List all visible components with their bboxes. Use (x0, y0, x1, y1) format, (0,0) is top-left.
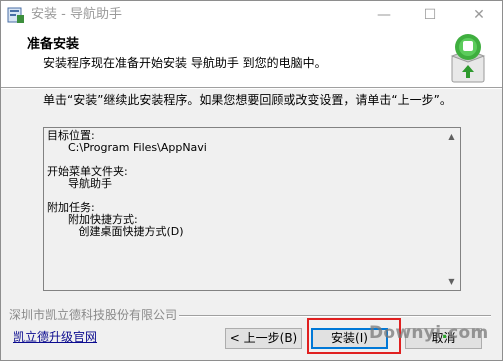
summary-line: 导航助手 (47, 177, 112, 190)
wizard-header: 准备安装 安装程序现在准备开始安装 导航助手 到您的电脑中。 (1, 29, 502, 87)
minimize-button[interactable]: — (361, 1, 407, 29)
watermark-suffix: com (448, 323, 489, 343)
summary-scrollbar[interactable]: ▲ ▼ (444, 129, 459, 289)
installer-window: 安装 - 导航助手 — ☐ ✕ 准备安装 安装程序现在准备开始安装 导航助手 到… (0, 0, 503, 361)
summary-line: C:\Program Files\AppNavi (47, 141, 207, 154)
maximize-button[interactable]: ☐ (407, 1, 453, 29)
summary-text: 目标位置: C:\Program Files\AppNavi 开始菜单文件夹: … (47, 130, 442, 288)
company-name: 深圳市凯立德科技股份有限公司 (9, 308, 178, 322)
intro-text: 单击“安装”继续此安装程序。如果您想要回顾或改变设置，请单击“上一步”。 (43, 93, 452, 107)
scroll-down-arrow-icon[interactable]: ▼ (444, 274, 459, 289)
header-divider (1, 87, 502, 89)
close-button[interactable]: ✕ (456, 1, 502, 29)
watermark-prefix: D (369, 323, 384, 343)
title-bar[interactable]: 安装 - 导航助手 — ☐ ✕ (1, 1, 502, 29)
upgrade-site-link[interactable]: 凯立德升级官网 (13, 330, 97, 344)
page-title: 准备安装 (27, 37, 80, 52)
footer-divider (179, 315, 491, 317)
scroll-up-arrow-icon[interactable]: ▲ (444, 129, 459, 144)
site-watermark: Downyi.com (369, 323, 488, 343)
ready-summary-box[interactable]: 目标位置: C:\Program Files\AppNavi 开始菜单文件夹: … (43, 127, 461, 291)
installer-logo-icon (450, 34, 486, 83)
summary-line (47, 190, 442, 202)
back-button[interactable]: < 上一步(B) (225, 328, 302, 349)
window-title: 安装 - 导航助手 (31, 7, 122, 22)
watermark-text: ownyi (383, 323, 442, 343)
summary-line: 创建桌面快捷方式(D) (47, 225, 184, 238)
app-icon (7, 7, 24, 23)
page-subtitle: 安装程序现在准备开始安装 导航助手 到您的电脑中。 (43, 56, 327, 70)
